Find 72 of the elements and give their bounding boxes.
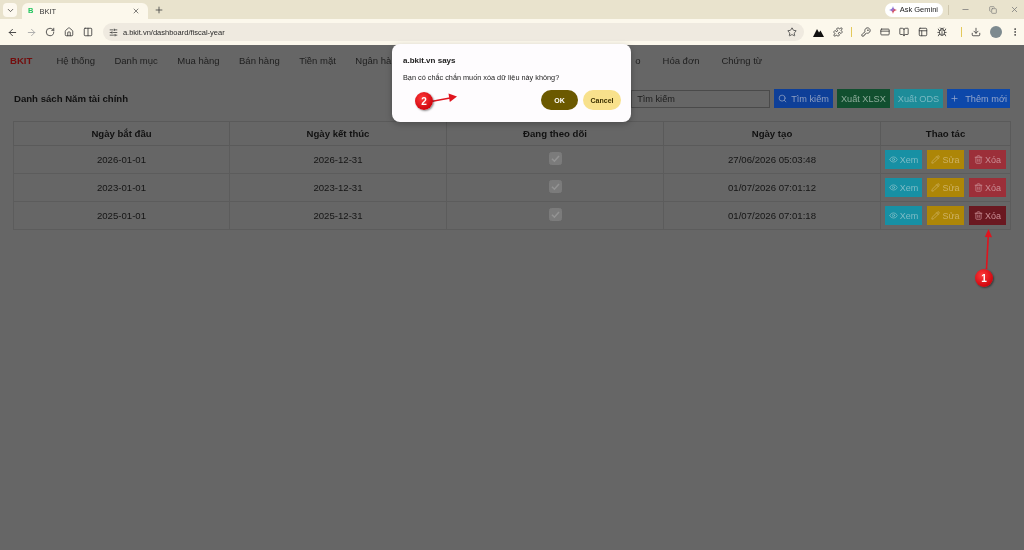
card-icon[interactable]	[879, 27, 890, 37]
close-icon[interactable]	[132, 7, 140, 15]
column-header: Thao tác	[880, 121, 1011, 146]
menu-item[interactable]: Tiền mặt	[299, 54, 336, 66]
table-cell: 2023-12-31	[229, 173, 447, 202]
view-button[interactable]: Xem	[885, 206, 922, 225]
menu-item[interactable]: Chứng từ	[721, 54, 763, 66]
edit-button[interactable]: Sửa	[927, 150, 964, 169]
search-icon	[778, 94, 788, 103]
sliders-icon[interactable]	[108, 27, 118, 37]
trash-icon	[974, 183, 983, 192]
plus-icon[interactable]	[154, 4, 164, 15]
plus-icon	[950, 94, 960, 103]
search-button[interactable]: Tìm kiếm	[774, 89, 833, 108]
menu-item[interactable]: Hóa đơn	[662, 54, 700, 66]
brand-name[interactable]: BKIT	[10, 54, 33, 66]
table-cell: 2025-12-31	[229, 201, 447, 230]
menu-item[interactable]: o	[635, 54, 641, 66]
menu-item[interactable]: Bán hàng	[239, 54, 280, 66]
home-icon[interactable]	[64, 27, 75, 37]
key-icon[interactable]	[860, 27, 871, 37]
edit-button[interactable]: Sửa	[927, 206, 964, 225]
view-button[interactable]: Xem	[885, 178, 922, 197]
search-field[interactable]: Tìm kiếm	[631, 89, 771, 108]
delete-button[interactable]: Xóa	[969, 150, 1006, 169]
table-cell: 01/07/2026 07:01:18	[663, 201, 881, 230]
checkbox[interactable]	[548, 180, 562, 193]
dialog-title: a.bkit.vn says	[403, 56, 457, 65]
table-cell: 27/06/2026 05:03:48	[663, 145, 881, 174]
sparkle-icon	[888, 5, 897, 14]
add-button[interactable]: Thêm mới	[947, 89, 1010, 108]
reload-icon[interactable]	[45, 27, 56, 37]
puzzle-icon[interactable]	[832, 27, 843, 37]
bug-icon[interactable]	[936, 27, 947, 37]
columns-icon[interactable]	[83, 27, 94, 37]
eye-icon	[888, 155, 898, 164]
pencil-icon	[931, 211, 941, 220]
column-header: Ngày bắt đầu	[13, 121, 230, 146]
pointer-arrow	[431, 92, 457, 104]
table-cell: 01/07/2026 07:01:12	[663, 173, 881, 202]
download-icon[interactable]	[970, 27, 981, 37]
mountain-icon[interactable]	[813, 27, 825, 37]
table-cell: 2026-12-31	[229, 145, 447, 174]
avatar-icon[interactable]	[989, 26, 1002, 38]
table-cell: 2023-01-01	[13, 173, 230, 202]
table-cell: 2026-01-01	[13, 145, 230, 174]
trash-icon	[974, 211, 983, 220]
pencil-icon	[931, 183, 941, 192]
panels-icon[interactable]	[917, 27, 928, 37]
pencil-icon	[931, 155, 941, 164]
star-icon[interactable]	[787, 27, 798, 37]
tab-list-button[interactable]	[3, 3, 17, 17]
trash-icon	[974, 155, 983, 164]
checkbox[interactable]	[548, 208, 562, 221]
eye-icon	[888, 183, 898, 192]
delete-button[interactable]: Xóa	[969, 178, 1006, 197]
export-button[interactable]: Xuất XLSX	[836, 89, 890, 108]
page-title: Danh sách Năm tài chính	[14, 93, 129, 104]
eye-icon	[888, 211, 898, 220]
checkbox[interactable]	[548, 152, 562, 165]
menu-item[interactable]: Mua hàng	[177, 54, 220, 66]
export-button[interactable]: Xuất ODS	[893, 89, 944, 108]
menu-item[interactable]: Danh mục	[114, 54, 158, 66]
arrow-left-icon[interactable]	[7, 26, 18, 38]
delete-button[interactable]: Xóa	[969, 206, 1006, 225]
menu-item[interactable]: Hệ thống	[56, 54, 95, 66]
view-button[interactable]: Xem	[885, 150, 922, 169]
table-cell: 2025-01-01	[13, 201, 230, 230]
book-icon[interactable]	[898, 27, 909, 37]
close-icon[interactable]	[1009, 5, 1019, 14]
edit-button[interactable]: Sửa	[927, 178, 964, 197]
column-header: Ngày tạo	[663, 121, 881, 146]
